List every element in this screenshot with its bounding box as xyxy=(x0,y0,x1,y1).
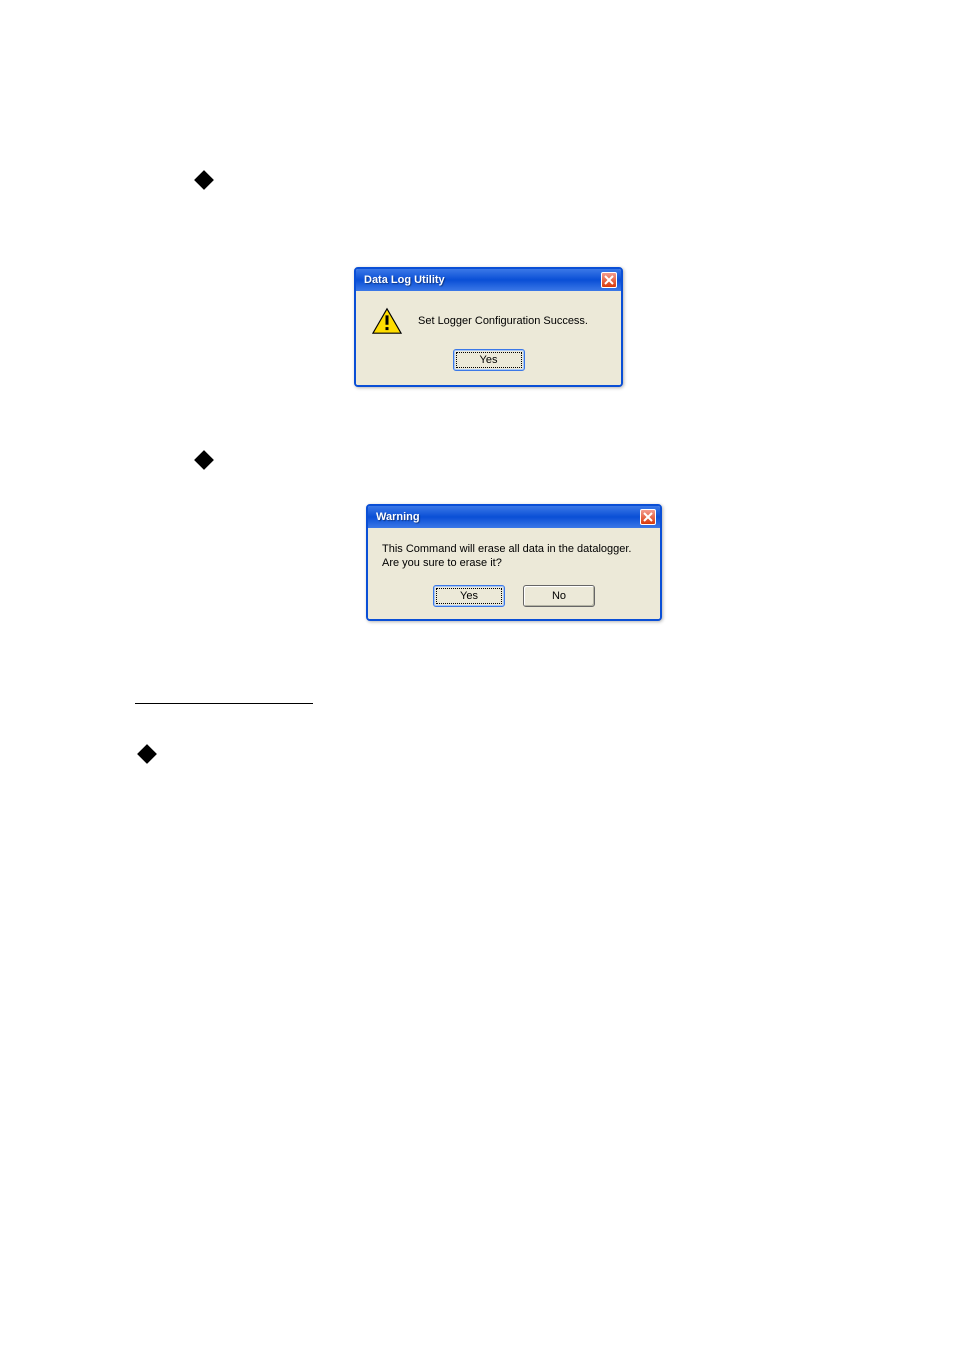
warning-icon xyxy=(372,307,402,335)
yes-button[interactable]: Yes xyxy=(453,349,525,371)
button-row: Yes xyxy=(372,349,605,371)
close-icon xyxy=(643,512,653,522)
message-line2: Are you sure to erase it? xyxy=(382,557,502,569)
button-label: Yes xyxy=(480,354,498,366)
titlebar: Data Log Utility xyxy=(356,269,621,291)
close-button[interactable] xyxy=(640,509,656,525)
bullet-icon xyxy=(137,744,157,764)
button-label: No xyxy=(552,590,566,602)
dialog-warning: Warning This Command will erase all data… xyxy=(366,504,662,621)
message-line1: This Command will erase all data in the … xyxy=(382,543,631,555)
dialog-title: Data Log Utility xyxy=(364,274,445,286)
dialog-title: Warning xyxy=(376,511,420,523)
button-row: Yes No xyxy=(382,585,646,607)
underline-separator xyxy=(135,703,313,704)
dialog-body: This Command will erase all data in the … xyxy=(368,528,660,619)
message-row: Set Logger Configuration Success. xyxy=(372,307,605,335)
titlebar: Warning xyxy=(368,506,660,528)
close-button[interactable] xyxy=(601,272,617,288)
close-icon xyxy=(604,275,614,285)
no-button[interactable]: No xyxy=(523,585,595,607)
dialog-message: This Command will erase all data in the … xyxy=(382,542,646,571)
dialog-body: Set Logger Configuration Success. Yes xyxy=(356,291,621,385)
dialog-data-log-utility: Data Log Utility Set Logger Configuratio… xyxy=(354,267,623,387)
yes-button[interactable]: Yes xyxy=(433,585,505,607)
bullet-icon xyxy=(194,170,214,190)
button-label: Yes xyxy=(460,590,478,602)
dialog-message: Set Logger Configuration Success. xyxy=(418,314,588,328)
bullet-icon xyxy=(194,450,214,470)
